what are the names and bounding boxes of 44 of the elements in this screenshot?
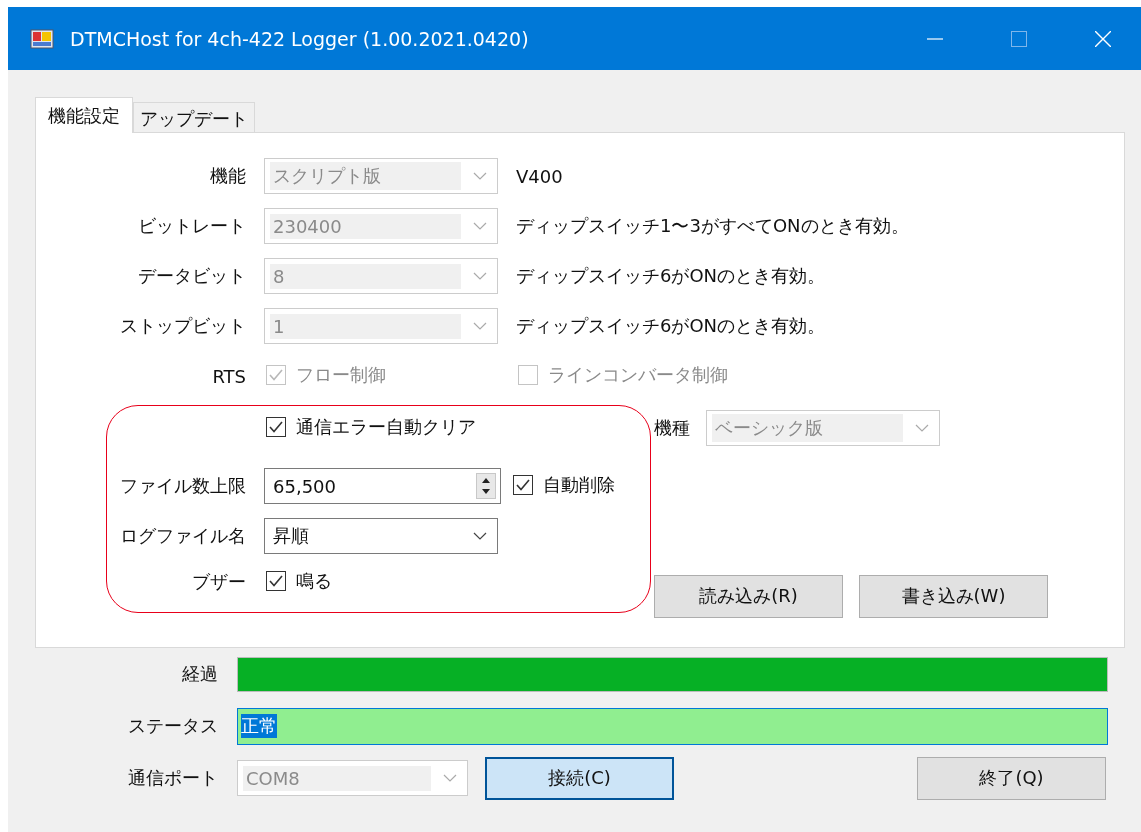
chevron-down-icon: [473, 532, 487, 540]
note-text: ディップスイッチ1〜3がすべてONのとき有効。: [516, 214, 909, 238]
checkbox-label: 通信エラー自動クリア: [296, 415, 476, 439]
field-label: 経過: [181, 662, 218, 686]
checkbox-label: フロー制御: [296, 363, 386, 387]
field-label: ストップビット: [119, 314, 246, 338]
push-button[interactable]: 読み込み(R): [654, 574, 843, 618]
connect-button[interactable]: 接続(C): [485, 756, 674, 800]
checkbox[interactable]: [513, 475, 533, 495]
number-field[interactable]: 65,500: [264, 468, 501, 504]
chevron-down-icon: [473, 272, 487, 280]
app-icon: [30, 26, 54, 51]
chevron-down-icon: [443, 774, 457, 782]
field-label: ブザー: [191, 570, 246, 594]
status-field[interactable]: 正常: [237, 707, 1108, 745]
field-label: RTS: [211, 365, 246, 387]
tab[interactable]: アップデート: [133, 102, 255, 132]
field-label: データビット: [137, 264, 246, 288]
note-text: V400: [516, 165, 563, 187]
chevron-down-icon: [473, 172, 487, 180]
checkbox-label: 鳴る: [296, 569, 332, 593]
checkbox-label: 自動削除: [543, 473, 615, 497]
chevron-down-icon: [915, 424, 929, 432]
field-label: 機能: [209, 164, 246, 188]
window-title: DTMCHost for 4ch-422 Logger (1.00.2021.0420): [70, 27, 529, 50]
tab[interactable]: 機能設定: [35, 97, 133, 133]
field-label: ファイル数上限: [119, 474, 246, 498]
checkbox[interactable]: [266, 571, 286, 591]
checkbox-label: ラインコンバータ制御: [548, 363, 728, 387]
chevron-down-icon: [473, 322, 487, 330]
field-label: ビットレート: [137, 214, 246, 238]
push-button[interactable]: 書き込み(W): [859, 574, 1048, 618]
field-label: ログファイル名: [119, 524, 246, 548]
chevron-down-icon: [473, 222, 487, 230]
field-label: 通信ポート: [127, 766, 218, 790]
field-label: 機種: [654, 416, 690, 440]
close-icon[interactable]: [1095, 30, 1111, 47]
field-label: ステータス: [127, 714, 218, 738]
spinner-icon[interactable]: [476, 473, 496, 499]
note-text: ディップスイッチ6がONのとき有効。: [516, 314, 826, 338]
checkbox[interactable]: [266, 417, 286, 437]
quit-button[interactable]: 終了(Q): [917, 756, 1106, 800]
dropdown[interactable]: 昇順: [264, 518, 498, 554]
note-text: ディップスイッチ6がONのとき有効。: [516, 264, 826, 288]
